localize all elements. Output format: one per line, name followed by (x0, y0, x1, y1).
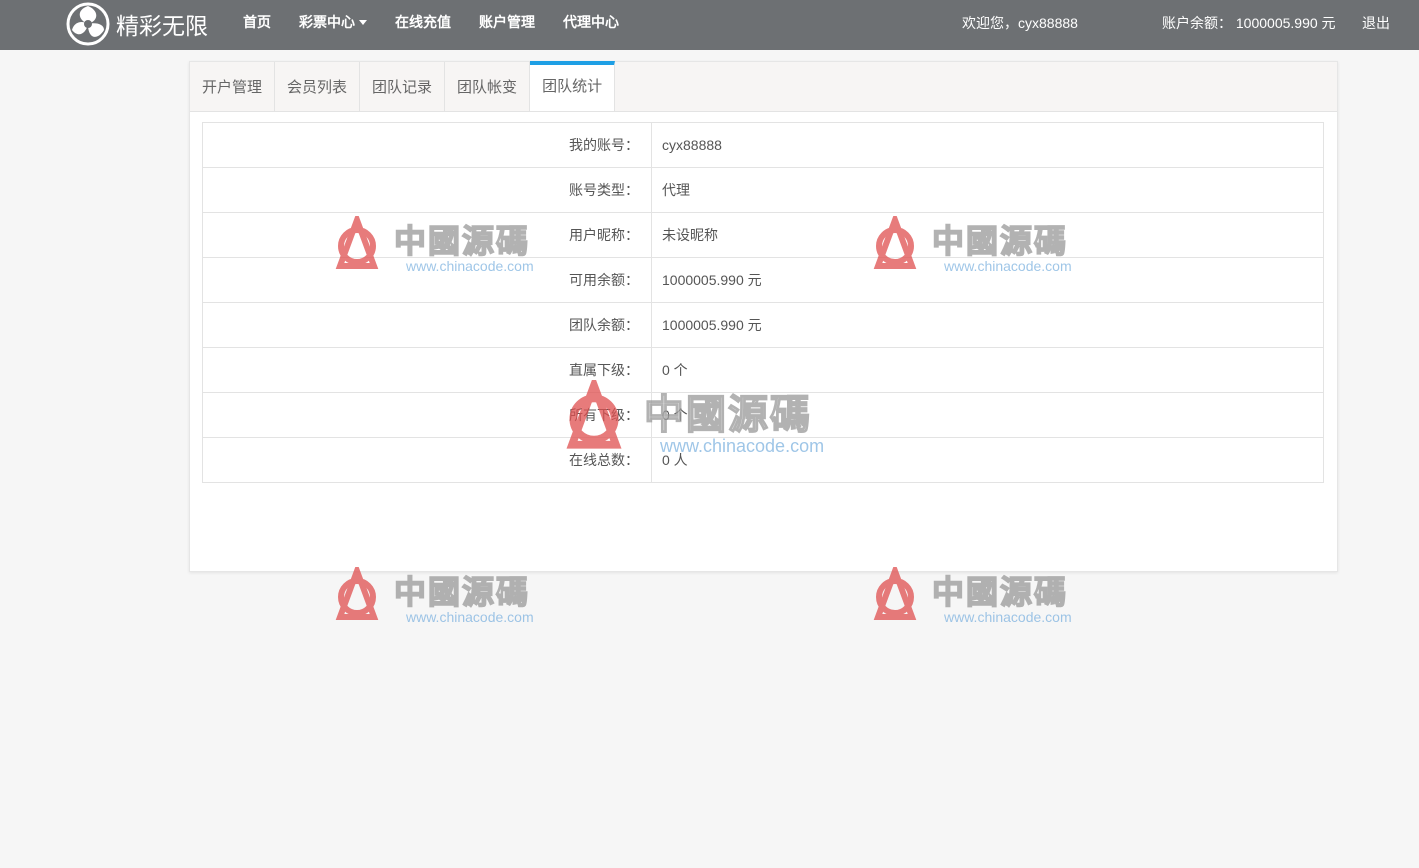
logo-text: 精彩无限 (116, 13, 208, 39)
row-label: 直属下级： (202, 347, 652, 393)
nav-lottery-label: 彩票中心 (299, 14, 355, 30)
watermark-text: 中國源碼 (393, 572, 531, 612)
row-value: 0 个 (651, 347, 1324, 393)
tab-team-transactions[interactable]: 团队帐变 (445, 62, 531, 111)
watermark-logo-icon (873, 567, 917, 620)
table-row: 账号类型： 代理 (202, 167, 1324, 213)
team-stats-table: 我的账号： cyx88888 账号类型： 代理 用户昵称： 未设昵称 可用余额：… (202, 122, 1324, 483)
nav-account-management[interactable]: 账户管理 (479, 12, 535, 32)
watermark: 中國源碼 www.chinacode.com (864, 567, 1104, 631)
logout-link[interactable]: 退出 (1362, 13, 1390, 33)
tab-team-records[interactable]: 团队记录 (360, 62, 446, 111)
table-row: 团队余额： 1000005.990 元 (202, 302, 1324, 348)
tab-team-statistics[interactable]: 团队统计 (530, 61, 616, 111)
chevron-down-icon (359, 19, 367, 25)
row-label: 可用余额： (202, 257, 652, 303)
nav-recharge-label: 在线充值 (395, 14, 451, 30)
welcome-text: 欢迎您，cyx88888 (962, 15, 1078, 31)
table-row: 用户昵称： 未设昵称 (202, 212, 1324, 258)
watermark-url: www.chinacode.com (406, 609, 534, 625)
row-label: 用户昵称： (202, 212, 652, 258)
nav-agent-center[interactable]: 代理中心 (563, 12, 619, 32)
watermark-text: 中國源碼 (931, 572, 1069, 612)
table-row: 在线总数： 0 人 (202, 437, 1324, 483)
nav-online-recharge[interactable]: 在线充值 (395, 12, 451, 32)
site-logo[interactable]: 精彩无限 (64, 0, 208, 48)
table-row: 可用余额： 1000005.990 元 (202, 257, 1324, 303)
watermark: 中國源碼 www.chinacode.com (326, 567, 566, 631)
nav-home-label: 首页 (243, 14, 271, 30)
row-label: 所有下级： (202, 392, 652, 438)
agent-tabs: 开户管理 会员列表 团队记录 团队帐变 团队统计 (190, 61, 1337, 112)
table-row: 我的账号： cyx88888 (202, 122, 1324, 168)
account-balance: 账户余额： 1000005.990 元 (1162, 15, 1336, 31)
nav-home[interactable]: 首页 (243, 12, 271, 32)
nav-account-label: 账户管理 (479, 14, 535, 30)
table-row: 直属下级： 0 个 (202, 347, 1324, 393)
row-value: 0 人 (651, 437, 1324, 483)
row-value: 0 个 (651, 392, 1324, 438)
row-label: 团队余额： (202, 302, 652, 348)
row-label: 我的账号： (202, 122, 652, 168)
logo-icon (66, 2, 110, 46)
watermark-url: www.chinacode.com (944, 609, 1072, 625)
nav-agent-label: 代理中心 (563, 14, 619, 30)
main-nav: 首页 彩票中心 在线充值 账户管理 代理中心 (243, 0, 647, 44)
table-row: 所有下级： 0 个 (202, 392, 1324, 438)
row-label: 在线总数： (202, 437, 652, 483)
row-label: 账号类型： (202, 167, 652, 213)
tab-member-list[interactable]: 会员列表 (275, 62, 361, 111)
row-value: cyx88888 (651, 122, 1324, 168)
row-value: 代理 (651, 167, 1324, 213)
team-stats-panel: 开户管理 会员列表 团队记录 团队帐变 团队统计 我的账号： cyx88888 … (189, 61, 1338, 572)
nav-lottery-center[interactable]: 彩票中心 (299, 12, 367, 32)
row-value: 1000005.990 元 (651, 257, 1324, 303)
watermark-logo-icon (335, 567, 379, 620)
row-value: 未设昵称 (651, 212, 1324, 258)
top-navbar: 精彩无限 首页 彩票中心 在线充值 账户管理 代理中心 欢迎您，cyx88888… (0, 0, 1419, 50)
tab-open-account[interactable]: 开户管理 (190, 62, 276, 111)
row-value: 1000005.990 元 (651, 302, 1324, 348)
